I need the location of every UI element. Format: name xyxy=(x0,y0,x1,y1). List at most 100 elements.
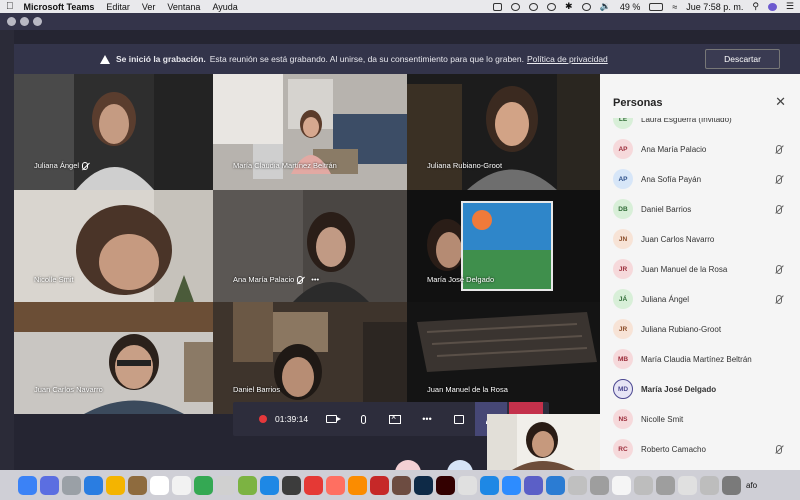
overflow-avatar-rc[interactable]: RC xyxy=(395,460,421,470)
video-tile-juliana-rubiano-groot[interactable]: Juliana Rubiano-Groot xyxy=(407,74,600,190)
participant-row[interactable]: AP Ana María Palacio xyxy=(600,134,800,164)
notification-center-icon[interactable]: ☰ xyxy=(786,1,794,12)
chat-button[interactable] xyxy=(443,402,475,436)
participant-name: María José Delgado xyxy=(641,384,717,394)
dismiss-button[interactable]: Descartar xyxy=(705,49,780,69)
dock-app-icon[interactable] xyxy=(84,475,103,495)
close-icon[interactable]: ✕ xyxy=(775,94,786,110)
video-tile-maria-jose-delgado[interactable]: María José Delgado xyxy=(407,190,600,302)
menu-ver[interactable]: Ver xyxy=(142,2,156,12)
participant-list: LE Laura Esguerra (Invitado) AP Ana María P… xyxy=(600,118,800,470)
participant-row[interactable]: JR Juliana Rubiano-Groot xyxy=(600,314,800,344)
window-minimize-icon[interactable] xyxy=(20,17,29,26)
participant-name: Laura Esguerra (Invitado) xyxy=(641,118,732,124)
dock-app-icon[interactable] xyxy=(326,475,345,495)
tile-name: María Claudia Martínez Beltrán xyxy=(233,161,337,170)
dock-app-icon[interactable] xyxy=(40,475,59,495)
dock-app-icon[interactable] xyxy=(128,475,147,495)
dock-app-icon[interactable] xyxy=(392,475,411,495)
video-tile-ana-maria-palacio[interactable]: Ana María Palacio ••• xyxy=(213,190,407,302)
participant-row[interactable]: DB Daniel Barrios xyxy=(600,194,800,224)
camera-toggle-button[interactable] xyxy=(315,402,347,436)
dock-app-icon[interactable] xyxy=(590,475,609,495)
menu-app-name[interactable]: Microsoft Teams xyxy=(24,2,95,12)
apple-icon[interactable]:  xyxy=(6,1,14,12)
bluetooth-icon[interactable]: ✱ xyxy=(565,1,573,12)
dock-app-icon[interactable] xyxy=(546,475,565,495)
self-view-video[interactable] xyxy=(487,414,600,470)
user-avatar-icon[interactable] xyxy=(767,2,777,11)
participant-row[interactable]: AP Ana Sofía Payán xyxy=(600,164,800,194)
spotlight-search-icon[interactable]: ⚲ xyxy=(752,1,759,12)
video-tile-juan-manuel-de-la-rosa[interactable]: Juan Manuel de la Rosa xyxy=(407,302,600,414)
menu-ventana[interactable]: Ventana xyxy=(167,2,200,12)
volume-icon[interactable]: 🔉 xyxy=(600,1,611,12)
video-tile-daniel-barrios[interactable]: Daniel Barrios xyxy=(213,302,407,414)
menu-editar[interactable]: Editar xyxy=(106,2,130,12)
participant-row[interactable]: NS Nicolle Smit xyxy=(600,404,800,434)
dock-app-icon[interactable] xyxy=(678,475,697,495)
dock-app-icon[interactable] xyxy=(106,475,125,495)
more-actions-button[interactable]: ••• xyxy=(411,402,443,436)
participant-row[interactable]: JN Juan Carlos Navarro xyxy=(600,224,800,254)
dock-app-icon[interactable] xyxy=(370,475,389,495)
dock-app-icon[interactable] xyxy=(612,475,631,495)
wifi-icon[interactable]: ≈ xyxy=(672,2,677,12)
video-feed xyxy=(407,302,600,414)
video-tile-juan-carlos-navarro[interactable]: Juan Carlos Navarro xyxy=(14,302,213,414)
tile-more-options[interactable]: ••• xyxy=(311,275,319,284)
dock-app-icon[interactable] xyxy=(524,475,543,495)
battery-icon[interactable] xyxy=(649,2,664,11)
screen-icon[interactable] xyxy=(493,2,503,11)
overflow-avatar-ap[interactable]: AP xyxy=(447,460,473,470)
dock-app-icon[interactable] xyxy=(502,475,521,495)
participant-row[interactable]: MB María Claudia Martínez Beltrán xyxy=(600,344,800,374)
video-tile-nicolle-smit[interactable]: Nicolle Smit xyxy=(14,190,213,302)
dock-app-icon[interactable] xyxy=(656,475,675,495)
dock-app-icon[interactable] xyxy=(238,475,257,495)
video-tile-maria-claudia-martinez-beltran[interactable]: María Claudia Martínez Beltrán xyxy=(213,74,407,190)
mic-off-icon xyxy=(776,145,782,154)
siri-icon[interactable] xyxy=(581,2,591,11)
share-screen-button[interactable] xyxy=(379,402,411,436)
dock-app-icon[interactable] xyxy=(62,475,81,495)
creative-cloud-icon[interactable] xyxy=(511,2,521,11)
clock[interactable]: Jue 7:58 p. m. xyxy=(686,2,743,12)
participant-row[interactable]: MD María José Delgado xyxy=(600,374,800,404)
dock-app-icon[interactable] xyxy=(436,475,455,495)
video-feed xyxy=(213,302,407,414)
dock-app-icon[interactable] xyxy=(216,475,235,495)
menu-ayuda[interactable]: Ayuda xyxy=(212,2,237,12)
participant-name: Roberto Camacho xyxy=(641,444,706,454)
dock-app-icon[interactable] xyxy=(172,475,191,495)
tile-name: Juliana Ángel xyxy=(34,161,89,171)
participant-row[interactable]: JR Juan Manuel de la Rosa xyxy=(600,254,800,284)
window-zoom-icon[interactable] xyxy=(33,17,42,26)
dock-app-icon[interactable] xyxy=(722,475,741,495)
dock-app-icon[interactable] xyxy=(480,475,499,495)
mic-toggle-button[interactable] xyxy=(347,402,379,436)
battery-percent[interactable]: 49 % xyxy=(620,2,641,12)
dock-app-icon[interactable] xyxy=(282,475,301,495)
participant-row[interactable]: RC Roberto Camacho xyxy=(600,434,800,464)
privacy-policy-link[interactable]: Política de privacidad xyxy=(527,54,608,64)
dock-app-icon[interactable] xyxy=(150,475,169,495)
dock-app-icon[interactable] xyxy=(18,475,37,495)
time-machine-icon[interactable] xyxy=(529,2,539,11)
dock-app-icon[interactable] xyxy=(458,475,477,495)
dock-app-icon[interactable] xyxy=(414,475,433,495)
dock-app-icon[interactable] xyxy=(634,475,653,495)
sync-icon[interactable] xyxy=(547,2,557,11)
dock-app-icon[interactable] xyxy=(700,475,719,495)
dock-app-icon[interactable] xyxy=(348,475,367,495)
dock-app-icon[interactable] xyxy=(568,475,587,495)
window-titlebar xyxy=(0,13,800,30)
dock-app-icon[interactable] xyxy=(194,475,213,495)
video-tile-juliana-angel[interactable]: Juliana Ángel xyxy=(14,74,213,190)
participant-row[interactable]: LE Laura Esguerra (Invitado) xyxy=(600,118,800,134)
dock-app-icon[interactable] xyxy=(260,475,279,495)
window-close-icon[interactable] xyxy=(7,17,16,26)
participant-row[interactable]: JÁ Juliana Ángel xyxy=(600,284,800,314)
dock-app-icon[interactable] xyxy=(304,475,323,495)
avatar: NS xyxy=(613,409,633,429)
